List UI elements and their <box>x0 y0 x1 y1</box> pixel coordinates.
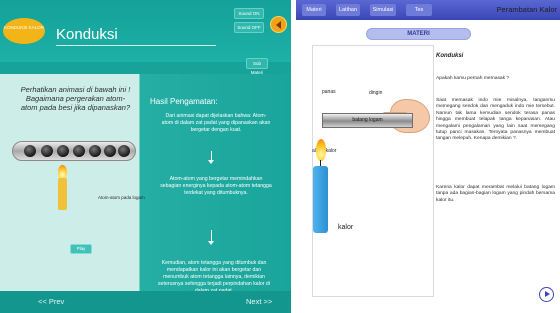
label-panas: panas <box>322 89 336 95</box>
content-paragraph-3: Karena kalor dapat merambat melalui bata… <box>436 185 555 203</box>
next-button[interactable]: Next >> <box>246 297 272 306</box>
tab-materi[interactable]: Materi <box>302 4 326 16</box>
perambatan-kalor-panel: Materi Latihan Simulasi Tes Perambatan K… <box>296 0 560 313</box>
atoms-label: Atom-atom pada logam <box>98 195 145 200</box>
sub-materi-button[interactable]: Sub Materi <box>246 58 268 75</box>
observation-paragraph-3: Kemudian, atom tetangga yang ditumbuk da… <box>158 260 270 294</box>
content-paragraph-2: Saat memasak indo mie misalnya, tanganmu… <box>436 98 555 142</box>
content-text: Konduksi Apakah kamu pernah memasak ? Sa… <box>436 53 555 275</box>
play-button[interactable]: Play <box>70 244 92 254</box>
atom-icon <box>89 145 101 157</box>
screenshot-root: KONDUKSI KALOR Konduksi Sound ON Sound O… <box>0 0 560 313</box>
prev-button[interactable]: << Prev <box>38 297 64 306</box>
tab-latihan[interactable]: Latihan <box>336 4 360 16</box>
observation-paragraph-1: Dari animasi dapat dijelaskan bahwa: Ato… <box>161 113 271 133</box>
flame-icon <box>58 165 67 179</box>
logo: KONDUKSI KALOR <box>3 18 45 44</box>
down-arrow-icon <box>208 230 214 245</box>
label-kalor: kalor <box>338 224 354 231</box>
observation-title: Hasil Pengamatan: <box>150 97 218 106</box>
sound-on-button[interactable]: Sound ON <box>234 8 264 19</box>
content-heading: Konduksi <box>436 53 464 59</box>
sound-off-button[interactable]: Sound OFF <box>234 22 264 33</box>
atom-icon <box>41 145 53 157</box>
speaker-icon[interactable] <box>270 16 287 33</box>
candle-icon <box>58 178 67 210</box>
metal-rod-label: batang logam <box>322 113 413 128</box>
atom-icon <box>57 145 69 157</box>
section-label: MATERI <box>366 28 471 40</box>
down-arrow-icon <box>208 151 214 164</box>
question-text: Perhatikan animasi di bawah ini ! Bagaim… <box>20 85 131 112</box>
illustration-frame <box>312 45 434 297</box>
candle-icon <box>313 166 328 233</box>
observation-paragraph-2: Atom-atom yang bergetar memindahkan seba… <box>160 176 272 196</box>
next-arrow-icon[interactable] <box>539 287 554 302</box>
content-paragraph-1: Apakah kamu pernah memasak ? <box>436 76 510 81</box>
label-dingin: dingin <box>369 90 383 96</box>
page-title: Konduksi <box>56 26 118 43</box>
konduksi-animation-panel: KONDUKSI KALOR Konduksi Sound ON Sound O… <box>0 0 291 313</box>
tab-tes[interactable]: Tes <box>406 4 432 16</box>
atom-icon <box>104 145 116 157</box>
app-title: Perambatan Kalor <box>496 5 557 14</box>
atom-icon <box>118 145 130 157</box>
atom-icon <box>73 145 85 157</box>
title-underline <box>56 45 216 46</box>
flame-icon <box>316 139 326 161</box>
tab-simulasi[interactable]: Simulasi <box>370 4 396 16</box>
atom-icon <box>24 145 36 157</box>
